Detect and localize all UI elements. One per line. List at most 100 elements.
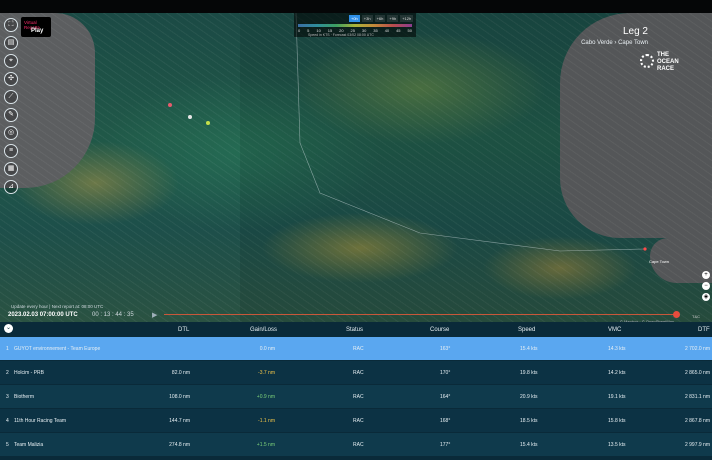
cell-status: RAC: [353, 418, 364, 424]
wind-legend: +0h +3h +6h +9h +12h 0 5 10 15 20 25 30 35 40 45 50 Sp…: [294, 13, 416, 37]
brand-line2: Play: [31, 28, 44, 34]
cell-course: 168°: [440, 418, 451, 424]
terms-link[interactable]: T&C: [692, 314, 700, 319]
col-status: Status: [346, 327, 364, 333]
ocean-race-emblem-icon: [640, 54, 654, 68]
cell-dtf: 2 831.1 nm: [684, 394, 710, 400]
cell-vmc: 19.1 kts: [608, 394, 626, 400]
expand-icon: ⛶: [8, 21, 14, 28]
route-line: [295, 13, 647, 252]
table-row[interactable]: 3 Biotherm 108.0 nm +0.9 nm RAC 164° 20.9 kts 1…: [0, 385, 712, 408]
forecast-chip[interactable]: +9h: [387, 15, 399, 22]
cell-speed: 15.4 kts: [520, 346, 538, 352]
zoom-out-button[interactable]: −: [702, 282, 710, 290]
forecast-time-selector: +0h +3h +6h +9h +12h: [349, 15, 414, 22]
cell-course: 164°: [440, 394, 451, 400]
ranking-button[interactable]: ≡: [4, 144, 18, 158]
scale-tick: 40: [384, 28, 390, 33]
cell-dtf: 2 867.8 nm: [684, 418, 710, 424]
cell-team: 11th Hour Racing Team: [14, 418, 67, 424]
zoom-in-button[interactable]: +: [702, 271, 710, 279]
virtual-regatta-logo: Virtual Regatta Play: [21, 17, 51, 37]
collapse-button[interactable]: ⌄: [4, 324, 13, 333]
cell-status: RAC: [353, 442, 364, 448]
leg-subtitle: Cabo Verde › Cape Town: [581, 40, 648, 46]
forecast-chip[interactable]: +6h: [374, 15, 386, 22]
ocean-race-logo: THE OCEAN RACE: [640, 52, 682, 76]
cell-dtf: 2 997.9 nm: [684, 442, 710, 448]
col-speed: Speed: [518, 327, 536, 333]
forecast-chip[interactable]: +0h: [349, 15, 360, 22]
forecast-chip[interactable]: +3h: [361, 15, 373, 22]
cell-vmc: 14.2 kts: [608, 370, 626, 376]
cell-speed: 20.9 kts: [520, 394, 538, 400]
boat-marker[interactable]: [168, 103, 172, 107]
cell-status: RAC: [353, 394, 364, 400]
timeline-handle[interactable]: [673, 311, 680, 318]
cell-gain: +1.5 nm: [256, 442, 275, 448]
cell-gain: -3.7 nm: [258, 370, 275, 376]
ruler-button[interactable]: ⟋: [4, 90, 18, 104]
boat-marker[interactable]: [188, 115, 192, 119]
scale-tick: 0: [298, 28, 301, 33]
center-button[interactable]: ⌖: [4, 54, 18, 68]
cell-speed: 15.4 kts: [520, 442, 538, 448]
wind-button[interactable]: ✣: [4, 72, 18, 86]
cell-dtl: 144.7 nm: [169, 418, 190, 424]
col-gain: Gain/Loss: [250, 327, 278, 333]
map-toolbar: ⛶ ▤ ⌖ ✣ ⟋ ✎ ◎ ≡ ▦ ⊿: [4, 18, 18, 194]
play-icon[interactable]: ▶: [152, 311, 157, 319]
wind-icon: ✣: [8, 75, 14, 82]
layers-icon: ▤: [7, 39, 15, 46]
cell-status: RAC: [353, 346, 364, 352]
routing-button[interactable]: ✎: [4, 108, 18, 122]
cell-course: 163°: [440, 346, 451, 352]
camera-icon: ◎: [7, 129, 15, 136]
forecast-chip[interactable]: +12h: [400, 15, 414, 22]
cell-dtl: 274.8 nm: [169, 442, 190, 448]
ocean-race-wordmark: THE OCEAN RACE: [657, 52, 679, 72]
table-header: ⌄ DTL Gain/Loss Status Course Speed VMC …: [0, 322, 712, 337]
cell-team: Biotherm: [14, 394, 35, 400]
fleet-positions: [168, 99, 218, 139]
table-row[interactable]: 4 11th Hour Racing Team 144.7 nm -1.1 nm RAC…: [0, 409, 712, 432]
zoom-fit-button[interactable]: ⛶: [4, 18, 18, 32]
col-dtf: DTF: [698, 327, 710, 333]
cell-status: RAC: [353, 370, 364, 376]
leg-info: Leg 2 Cabo Verde › Cape Town: [581, 26, 648, 46]
wind-map[interactable]: Cape Town: [0, 13, 712, 322]
camera-button[interactable]: ◎: [4, 126, 18, 140]
boat-marker[interactable]: [206, 121, 210, 125]
timeline-track[interactable]: [164, 314, 676, 315]
route-icon: ✎: [8, 111, 14, 118]
grid-icon: ▦: [7, 165, 15, 172]
cell-rank: 4: [6, 418, 9, 424]
zoom-controls: + − ◈: [702, 271, 710, 301]
scale-tick: 50: [407, 28, 412, 33]
stats-button[interactable]: ⊿: [4, 180, 18, 194]
table-row[interactable]: 2 Holcim - PRB 82.0 nm -3.7 nm RAC 170° 19.8 k…: [0, 361, 712, 384]
cell-dtl: 108.0 nm: [169, 394, 190, 400]
col-dtl: DTL: [178, 327, 190, 333]
cell-vmc: 14.3 kts: [608, 346, 626, 352]
cell-vmc: 13.5 kts: [608, 442, 626, 448]
cell-gain: +0.9 nm: [256, 394, 275, 400]
table-row[interactable]: 5 Team Malizia 274.8 nm +1.5 nm RAC 177° 15.4 …: [0, 433, 712, 456]
cell-course: 177°: [440, 442, 451, 448]
cell-speed: 19.8 kts: [520, 370, 538, 376]
cell-rank: 2: [6, 370, 9, 376]
destination-label: Cape Town: [649, 259, 669, 264]
countdown: 00 : 13 : 44 : 35: [92, 312, 134, 318]
cell-dtf: 2 702.0 nm: [684, 346, 710, 352]
col-vmc: VMC: [608, 327, 622, 333]
cell-gain: 0.0 nm: [259, 346, 275, 352]
layers-button[interactable]: ▤: [4, 36, 18, 50]
compass-icon[interactable]: ◈: [702, 293, 710, 301]
settings-button[interactable]: ▦: [4, 162, 18, 176]
cell-rank: 1: [6, 346, 9, 352]
top-bar: [0, 0, 712, 13]
crosshair-icon: ⌖: [9, 57, 13, 64]
leg-title: Leg 2: [622, 26, 648, 37]
table-row[interactable]: 1 GUYOT environnement - Team Europe 0.0 nm…: [0, 337, 712, 360]
chart-icon: ⊿: [8, 183, 14, 190]
